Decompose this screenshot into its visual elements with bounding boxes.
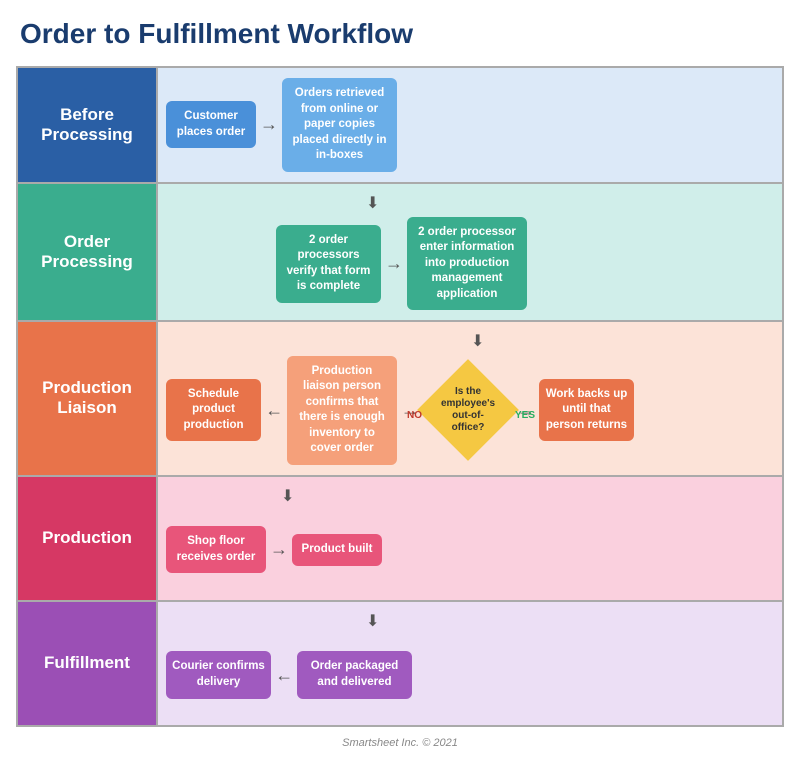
box-order-packaged: Order packaged and delivered bbox=[297, 651, 412, 698]
arrow-3: → bbox=[261, 400, 287, 421]
box-product-built: Product built bbox=[292, 534, 382, 566]
lane-liaison-label: Production Liaison bbox=[17, 321, 157, 475]
box-schedule-production: Schedule product production bbox=[166, 379, 261, 442]
lane-fulfillment-content: ⬇ Courier confirms delivery → Order pack… bbox=[157, 601, 783, 726]
lane-order-content: ⬇ 2 order processors verify that form is… bbox=[157, 183, 783, 322]
v-arrow-from-before: ⬇ bbox=[166, 194, 774, 213]
footer: Smartsheet Inc. © 2021 bbox=[342, 737, 458, 749]
box-shop-floor: Shop floor receives order bbox=[166, 526, 266, 573]
arrow-7: → bbox=[271, 665, 297, 686]
v-arrow-from-production: ⬇ bbox=[166, 612, 774, 631]
workflow-table: Before Processing Customer places order … bbox=[16, 66, 784, 727]
arrow-2: → bbox=[381, 253, 407, 274]
box-customer-order: Customer places order bbox=[166, 101, 256, 148]
lane-liaison-content: ⬇ Schedule product production → Producti… bbox=[157, 321, 783, 475]
lane-before-row: Before Processing Customer places order … bbox=[17, 67, 783, 183]
page-title: Order to Fulfillment Workflow bbox=[16, 18, 413, 50]
arrow-6: → bbox=[266, 539, 292, 560]
lane-production-row: Production ⬇ Shop floor receives order →… bbox=[17, 476, 783, 601]
box-liaison-confirms: Production liaison person confirms that … bbox=[287, 356, 397, 465]
lane-order-label: Order Processing bbox=[17, 183, 157, 322]
lane-fulfillment-row: Fulfillment ⬇ Courier confirms delivery … bbox=[17, 601, 783, 726]
lane-liaison-row: Production Liaison ⬇ Schedule product pr… bbox=[17, 321, 783, 475]
box-order-enter-info: 2 order processor enter information into… bbox=[407, 217, 527, 311]
box-courier-confirms: Courier confirms delivery bbox=[166, 651, 271, 698]
lane-before-label: Before Processing bbox=[17, 67, 157, 183]
lane-before-content: Customer places order → Orders retrieved… bbox=[157, 67, 783, 183]
lane-fulfillment-label: Fulfillment bbox=[17, 601, 157, 726]
box-orders-retrieved: Orders retrieved from online or paper co… bbox=[282, 78, 397, 172]
arrow-1: → bbox=[256, 114, 282, 135]
v-arrow-from-liaison: ⬇ bbox=[166, 487, 774, 506]
lane-order-row: Order Processing ⬇ 2 order processors ve… bbox=[17, 183, 783, 322]
box-processors-verify: 2 order processors verify that form is c… bbox=[276, 225, 381, 303]
lane-production-label: Production bbox=[17, 476, 157, 601]
box-work-backs-up: Work backs up until that person returns bbox=[539, 379, 634, 442]
diamond-out-of-office: Is the employee's out-of-office? NO YES bbox=[423, 370, 513, 450]
lane-production-content: ⬇ Shop floor receives order → Product bu… bbox=[157, 476, 783, 601]
v-arrow-from-order: ⬇ bbox=[166, 332, 774, 351]
